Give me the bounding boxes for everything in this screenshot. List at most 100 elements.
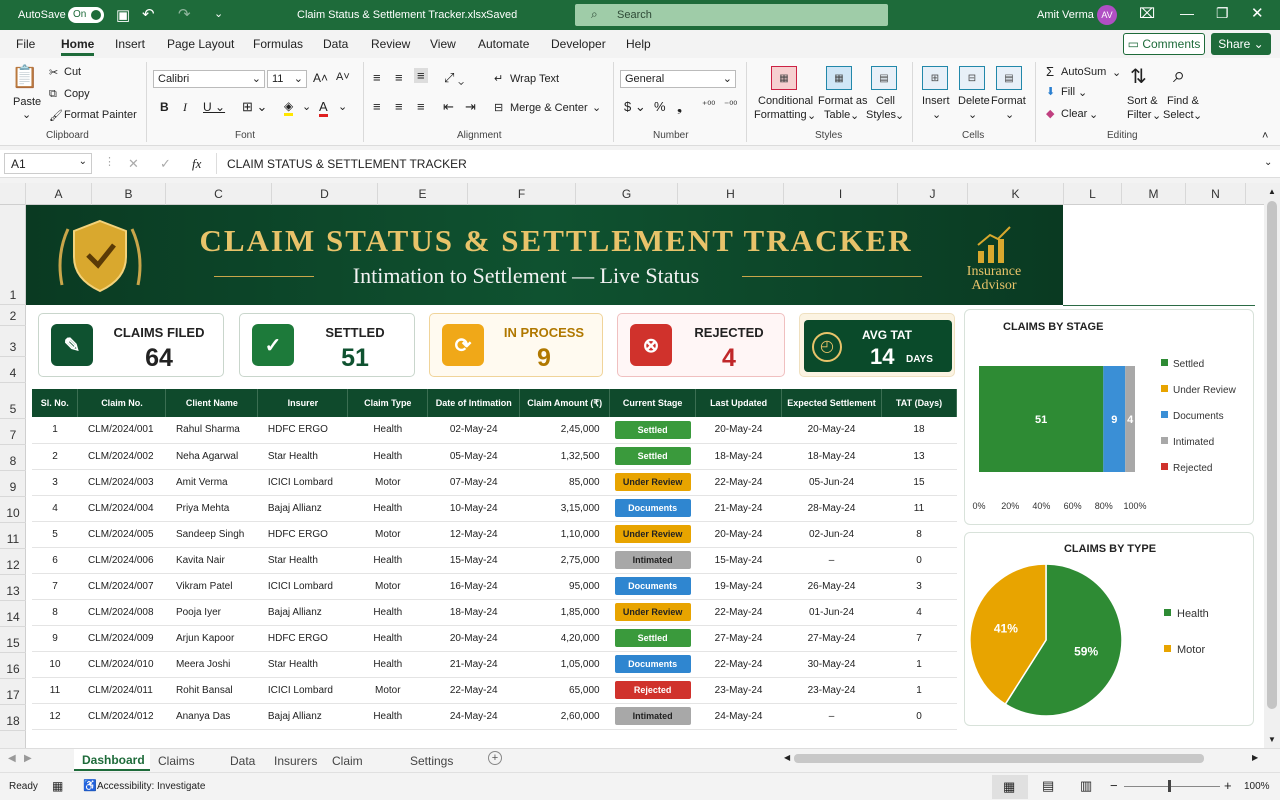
table-header[interactable]: Current Stage — [609, 389, 697, 417]
table-cell[interactable]: Health — [347, 495, 428, 522]
save-icon[interactable]: ▣ — [116, 6, 130, 24]
font-color-icon[interactable]: A — [319, 99, 328, 117]
underline-icon[interactable]: U ⌄ — [203, 100, 225, 114]
cancel-icon[interactable]: ✕ — [128, 156, 139, 172]
cell-styles-label-2[interactable]: Styles — [866, 109, 896, 121]
table-cell[interactable]: Star Health — [257, 547, 348, 574]
italic-icon[interactable]: I — [183, 100, 187, 115]
table-cell[interactable]: Star Health — [257, 443, 348, 470]
find-select-icon[interactable]: ⌕ — [1173, 62, 1185, 88]
format-cells-button[interactable]: Format — [991, 95, 1026, 107]
row-header-11[interactable]: 11 — [0, 523, 26, 549]
table-cell[interactable]: 1,05,000 — [519, 651, 610, 678]
align-left-icon[interactable]: ≡ — [373, 99, 381, 114]
format-painter-icon[interactable]: 🖌 — [49, 109, 63, 122]
align-middle-icon[interactable]: ≡ — [395, 70, 403, 85]
sort-filter-icon[interactable]: ⇅ — [1130, 64, 1147, 89]
table-cell[interactable]: HDFC ERGO — [257, 417, 348, 444]
table-cell[interactable]: CLM/2024/007 — [77, 573, 166, 600]
row-header-7[interactable]: 7 — [0, 419, 26, 445]
tab-automate[interactable]: Automate — [478, 37, 529, 51]
column-header-f[interactable]: F — [468, 183, 576, 205]
table-cell[interactable]: 0 — [881, 547, 957, 574]
row-header-2[interactable]: 2 — [0, 305, 26, 326]
table-cell[interactable]: Bajaj Allianz — [257, 703, 348, 730]
table-cell[interactable]: Meera Joshi — [165, 651, 258, 678]
align-center-icon[interactable]: ≡ — [395, 99, 403, 114]
table-cell[interactable]: CLM/2024/010 — [77, 651, 166, 678]
table-cell[interactable]: 05-Jun-24 — [781, 469, 882, 496]
table-cell[interactable]: Vikram Patel — [165, 573, 258, 600]
table-cell[interactable]: Neha Agarwal — [165, 443, 258, 470]
expand-formula-icon[interactable]: ⌄ — [1264, 157, 1272, 168]
conditional-formatting-icon[interactable]: ▦ — [771, 66, 797, 90]
table-cell[interactable]: CLM/2024/004 — [77, 495, 166, 522]
table-cell[interactable]: CLM/2024/008 — [77, 599, 166, 626]
table-cell[interactable]: Health — [347, 651, 428, 678]
merge-center-icon[interactable]: ⊟ — [494, 101, 503, 114]
collapse-ribbon-icon[interactable]: ˄ — [1262, 130, 1268, 142]
insert-function-icon[interactable]: fx — [192, 156, 201, 172]
row-header-15[interactable]: 15 — [0, 627, 26, 653]
column-header-g[interactable]: G — [576, 183, 678, 205]
table-cell[interactable]: 4,20,000 — [519, 625, 610, 652]
share-button[interactable]: Share ⌄ — [1211, 33, 1271, 55]
clear-icon[interactable]: ◆ — [1046, 107, 1054, 120]
table-cell[interactable]: 05-May-24 — [427, 443, 520, 470]
paste-button[interactable]: Paste — [13, 96, 41, 108]
zoom-slider[interactable] — [1124, 786, 1220, 787]
tab-formulas[interactable]: Formulas — [253, 37, 303, 51]
table-header[interactable]: Insurer — [257, 389, 349, 417]
decrease-decimal-icon[interactable]: ⁻⁰⁰ — [724, 100, 737, 111]
table-cell[interactable]: Health — [347, 625, 428, 652]
table-cell[interactable]: Motor — [347, 469, 428, 496]
table-cell[interactable]: 11 — [881, 495, 957, 522]
table-cell[interactable]: Rohit Bansal — [165, 677, 258, 704]
next-sheet-icon[interactable]: ▶ — [24, 753, 32, 764]
tab-insert[interactable]: Insert — [115, 37, 145, 51]
column-header-c[interactable]: C — [166, 183, 272, 205]
column-header-h[interactable]: H — [678, 183, 784, 205]
table-cell[interactable]: Health — [347, 443, 428, 470]
stage-cell[interactable]: Rejected — [609, 677, 696, 704]
orientation-icon[interactable]: ⤢ ⌄ — [444, 70, 464, 86]
tab-data[interactable]: Data — [323, 37, 348, 51]
table-cell[interactable]: Health — [347, 547, 428, 574]
table-cell[interactable]: 8 — [881, 521, 957, 548]
increase-decimal-icon[interactable]: ⁺⁰⁰ — [702, 100, 715, 111]
vertical-scroll-thumb[interactable] — [1267, 201, 1277, 709]
table-cell[interactable]: CLM/2024/005 — [77, 521, 166, 548]
currency-icon[interactable]: $ ⌄ — [624, 99, 646, 115]
format-painter-button[interactable]: Format Painter — [64, 109, 137, 121]
table-cell[interactable]: 30-May-24 — [781, 651, 882, 678]
copy-button[interactable]: Copy — [64, 88, 90, 100]
normal-view-button[interactable]: ▦ — [992, 775, 1028, 799]
find-select-label-2[interactable]: Select — [1163, 109, 1194, 121]
column-header-b[interactable]: B — [92, 183, 166, 205]
table-cell[interactable]: ICICI Lombard — [257, 469, 348, 496]
table-cell[interactable]: 7 — [32, 573, 78, 600]
paste-icon[interactable]: 📋 — [10, 62, 40, 92]
prev-sheet-icon[interactable]: ◀ — [8, 753, 16, 764]
table-cell[interactable]: 26-May-24 — [781, 573, 882, 600]
sheet-tab-dashboard[interactable]: Dashboard — [74, 749, 150, 771]
table-header[interactable]: Claim Type — [347, 389, 429, 417]
fill-color-icon[interactable]: ◈ — [284, 99, 294, 116]
formula-input[interactable]: CLAIM STATUS & SETTLEMENT TRACKER — [216, 153, 1276, 174]
table-cell[interactable]: 21-May-24 — [695, 495, 782, 522]
table-cell[interactable]: Bajaj Allianz — [257, 495, 348, 522]
table-cell[interactable]: 22-May-24 — [427, 677, 520, 704]
table-cell[interactable]: Star Health — [257, 651, 348, 678]
table-row[interactable]: 12 CLM/2024/012 Ananya Das Bajaj Allianz Hea… — [32, 703, 957, 730]
table-cell[interactable]: Sandeep Singh — [165, 521, 258, 548]
table-cell[interactable]: 95,000 — [519, 573, 610, 600]
stage-cell[interactable]: Documents — [609, 651, 696, 678]
restore-icon[interactable]: ❐ — [1216, 5, 1229, 22]
table-cell[interactable]: 4 — [881, 599, 957, 626]
table-cell[interactable]: CLM/2024/006 — [77, 547, 166, 574]
table-cell[interactable]: 18-May-24 — [781, 443, 882, 470]
format-as-table-label-2[interactable]: Table — [824, 109, 850, 121]
table-cell[interactable]: 23-May-24 — [781, 677, 882, 704]
table-header[interactable]: Claim Amount (₹) — [519, 389, 611, 417]
insert-cells-button[interactable]: Insert — [922, 95, 950, 107]
